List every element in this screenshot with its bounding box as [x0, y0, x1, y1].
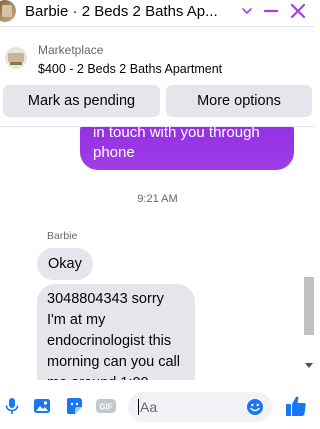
scrollbar-thumb[interactable] [304, 277, 314, 335]
marketplace-listing[interactable]: Marketplace $400 - 2 Beds 2 Baths Apartm… [0, 36, 315, 80]
message-input-placeholder: Aa [140, 399, 158, 415]
outgoing-message-line: in touch with you through [93, 127, 260, 141]
listing-thumbnail [5, 47, 27, 69]
chat-header: Barbie · 2 Beds 2 Baths Ap... [0, 0, 315, 26]
emoji-icon[interactable] [246, 398, 264, 416]
chat-scrollbar[interactable] [302, 127, 315, 380]
message-composer: GIF Aa [0, 380, 315, 429]
thumbs-up-icon[interactable] [285, 395, 307, 417]
close-icon[interactable] [290, 3, 306, 19]
sticker-icon[interactable] [65, 397, 83, 415]
image-icon[interactable] [33, 397, 51, 415]
incoming-message: Okay [37, 248, 93, 280]
incoming-message: 3048804343 sorry I'm at my endocrinologi… [37, 284, 195, 380]
more-options-button[interactable]: More options [166, 85, 312, 117]
message-input[interactable]: Aa [128, 392, 272, 422]
text-cursor [138, 399, 139, 415]
svg-text:GIF: GIF [99, 403, 112, 412]
gif-icon[interactable]: GIF [96, 397, 116, 415]
microphone-icon[interactable] [3, 397, 21, 415]
scroll-down-arrow-icon[interactable] [305, 363, 313, 368]
header-divider [0, 26, 315, 27]
listing-source: Marketplace [38, 43, 104, 57]
listing-name: $400 - 2 Beds 2 Baths Apartment [38, 62, 223, 76]
contact-avatar[interactable] [0, 0, 16, 22]
message-timestamp: 9:21 AM [137, 193, 178, 205]
mark-as-pending-button[interactable]: Mark as pending [3, 85, 160, 117]
outgoing-message: in touch with you through phone [80, 127, 294, 170]
sender-name: Barbie [47, 230, 78, 242]
chevron-down-icon[interactable] [240, 4, 254, 18]
minimize-icon[interactable] [264, 4, 278, 18]
chat-title[interactable]: Barbie · 2 Beds 2 Baths Ap... [25, 3, 233, 20]
message-thread[interactable]: in touch with you through phone 9:21 AM … [0, 127, 315, 380]
outgoing-message-line: phone [93, 144, 135, 161]
